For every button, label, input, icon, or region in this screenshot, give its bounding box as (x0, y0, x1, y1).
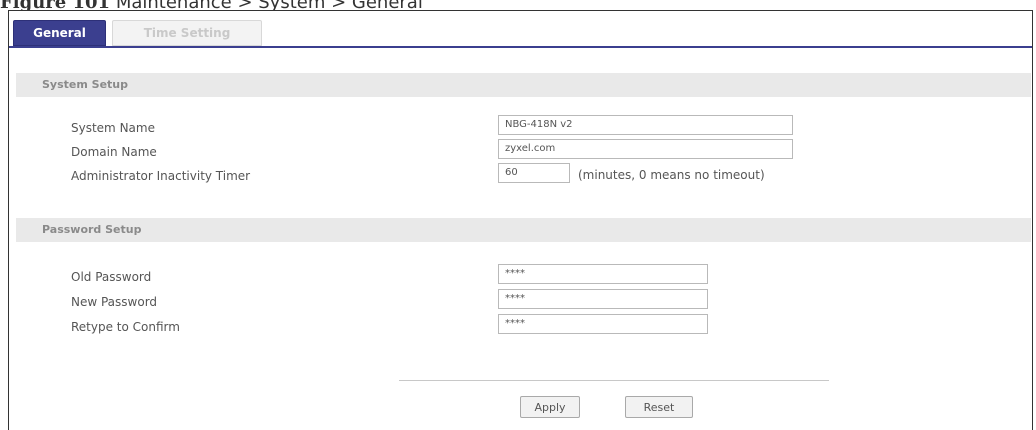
inactivity-timer-label: Administrator Inactivity Timer (71, 169, 251, 183)
apply-button[interactable]: Apply (520, 396, 580, 418)
tab-underline (9, 46, 1032, 48)
new-password-field[interactable]: **** (498, 289, 708, 309)
old-password-field[interactable]: **** (498, 264, 708, 284)
old-password-label: Old Password (71, 270, 152, 284)
system-setup-header: System Setup (16, 73, 1031, 97)
tab-general[interactable]: General (13, 20, 106, 46)
password-setup-header: Password Setup (16, 218, 1031, 242)
inactivity-timer-note: (minutes, 0 means no timeout) (578, 168, 765, 182)
tab-time-setting[interactable]: Time Setting (112, 20, 262, 46)
reset-button[interactable]: Reset (625, 396, 693, 418)
button-divider (399, 380, 829, 381)
tab-bar: General Time Setting (9, 11, 1032, 58)
settings-panel: General Time Setting System Setup System… (8, 10, 1033, 430)
system-name-field[interactable]: NBG-418N v2 (498, 115, 793, 135)
system-name-label: System Name (71, 121, 155, 135)
inactivity-timer-field[interactable]: 60 (498, 163, 570, 183)
retype-password-field[interactable]: **** (498, 314, 708, 334)
new-password-label: New Password (71, 295, 158, 309)
domain-name-field[interactable]: zyxel.com (498, 139, 793, 159)
domain-name-label: Domain Name (71, 145, 157, 159)
retype-password-label: Retype to Confirm (71, 320, 180, 334)
